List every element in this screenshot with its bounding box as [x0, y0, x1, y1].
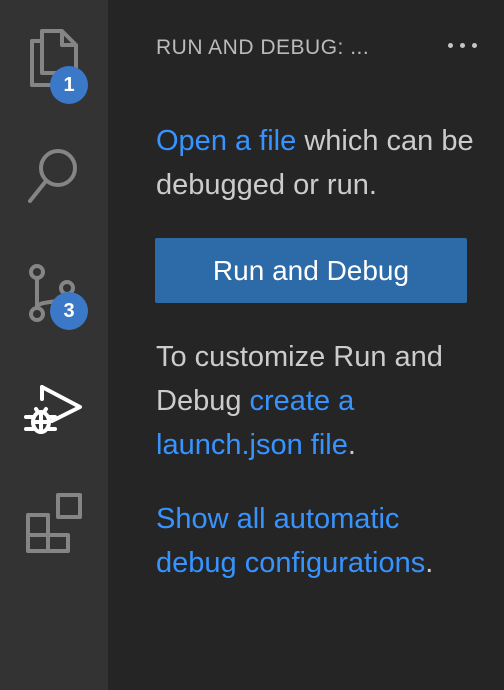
- sidebar-title: RUN AND DEBUG: ...: [156, 36, 370, 59]
- activity-extensions[interactable]: [0, 468, 108, 578]
- source-control-badge: 3: [50, 292, 88, 330]
- show-all-suffix: .: [425, 547, 434, 579]
- extensions-icon: [24, 491, 84, 555]
- customize-suffix: .: [347, 429, 356, 461]
- activity-source-control[interactable]: 3: [0, 238, 108, 348]
- run-and-debug-button[interactable]: Run and Debug: [155, 238, 467, 303]
- activity-search[interactable]: [0, 121, 108, 231]
- more-dot-icon: [459, 42, 465, 48]
- show-configs-message: Show all automatic debug configurations.: [156, 497, 486, 585]
- open-file-link[interactable]: Open a file: [156, 125, 296, 157]
- activity-run-debug[interactable]: [0, 354, 108, 464]
- vscode-window: 1 3 RUN AND DEBUG: ... Open a file which…: [0, 0, 504, 690]
- more-dot-icon: [447, 42, 453, 48]
- more-actions-button[interactable]: [442, 30, 482, 60]
- customize-message: To customize Run and Debug create a laun…: [156, 335, 486, 467]
- more-dot-icon: [471, 42, 477, 48]
- activity-bar: 1 3: [0, 0, 108, 690]
- search-icon: [24, 144, 84, 208]
- show-all-configurations-link[interactable]: Show all automatic debug configurations: [156, 503, 425, 579]
- run-debug-icon: [22, 377, 86, 441]
- activity-explorer[interactable]: 1: [0, 4, 108, 114]
- explorer-badge: 1: [50, 66, 88, 104]
- open-file-message: Open a file which can be debugged or run…: [156, 119, 486, 207]
- run-debug-sidebar: RUN AND DEBUG: ... Open a file which can…: [108, 0, 504, 690]
